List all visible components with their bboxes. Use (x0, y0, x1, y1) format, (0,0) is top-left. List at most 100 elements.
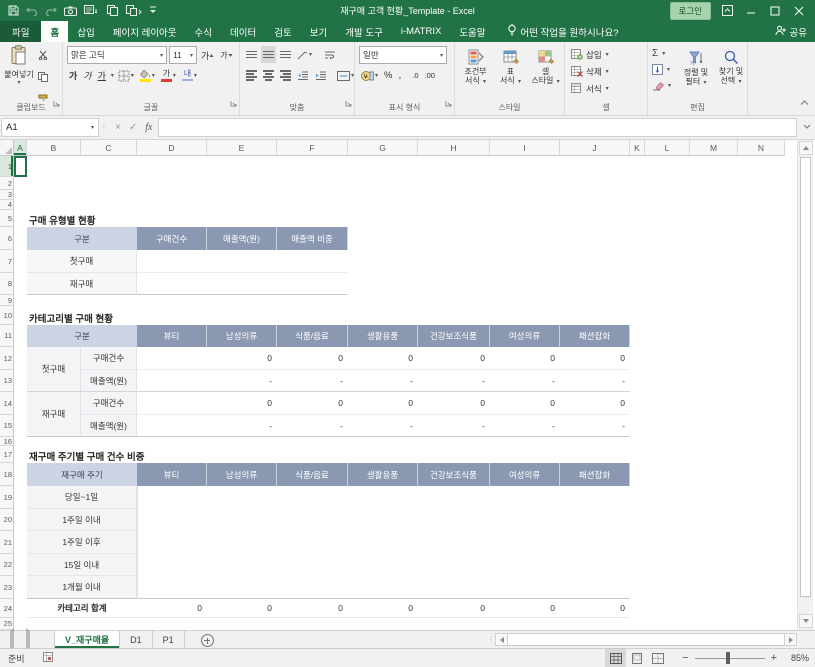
table2-header-cell[interactable]: 구분 (27, 325, 137, 347)
copy-icon[interactable] (107, 5, 119, 16)
column-header-M[interactable]: M (690, 140, 738, 155)
number-format-select[interactable]: 일반▾ (359, 46, 447, 64)
table2-cell[interactable]: - (560, 415, 630, 437)
font-size-select[interactable]: 11▾ (169, 46, 197, 64)
name-box[interactable]: A1▾ (1, 118, 99, 137)
column-header-B[interactable]: B (27, 140, 81, 155)
conditional-formatting-button[interactable]: 조건부서식 ▾ (458, 44, 493, 102)
table1-cell[interactable] (207, 273, 277, 295)
active-cell-a1[interactable] (14, 156, 27, 177)
table2-cell[interactable] (137, 347, 207, 370)
zoom-in-icon[interactable]: + (771, 652, 777, 664)
scroll-down-icon[interactable] (799, 614, 813, 628)
table3-row-label[interactable]: 1주일 이내 (27, 509, 137, 531)
table2-cell[interactable]: 0 (207, 392, 277, 415)
zoom-out-icon[interactable]: − (682, 652, 688, 664)
fill-color-button[interactable]: ▾ (138, 67, 157, 84)
row-header-15[interactable]: 15 (0, 415, 13, 437)
fill-button[interactable]: ▾ (652, 62, 671, 77)
decrease-indent-icon[interactable] (295, 67, 311, 84)
row-header-5[interactable]: 5 (0, 210, 13, 227)
share-button[interactable]: 공유 (775, 21, 807, 42)
align-middle-icon[interactable] (261, 46, 276, 63)
table1-header-cell[interactable]: 매출액(원) (207, 227, 277, 250)
paste-button[interactable]: 붙여넣기 ▾ (4, 45, 34, 86)
table2-cell[interactable]: 0 (207, 347, 277, 370)
table2-header-cell[interactable]: 남성의류 (207, 325, 277, 347)
percent-style-button[interactable]: % (382, 67, 394, 84)
table2-header-cell[interactable]: 건강보조식품 (418, 325, 490, 347)
row-header-7[interactable]: 7 (0, 250, 13, 273)
table3-header-cell[interactable]: 생활용품 (348, 463, 418, 486)
table2-cell[interactable]: - (490, 370, 560, 392)
table2-cell[interactable]: 0 (490, 392, 560, 415)
comma-style-button[interactable]: , (396, 67, 403, 84)
print-preview-icon[interactable] (84, 5, 100, 16)
camera-icon[interactable] (64, 6, 77, 16)
decrease-decimal-button[interactable]: .00 (423, 67, 437, 84)
table3-header-cell[interactable]: 식품/음료 (277, 463, 348, 486)
tab-scroll-splitter[interactable]: ⋮ (487, 635, 495, 644)
table3-header-cell[interactable]: 남성의류 (207, 463, 277, 486)
table2-cell[interactable]: - (418, 370, 490, 392)
namebox-splitter[interactable]: ⋮ (99, 123, 109, 132)
table2-header-cell[interactable]: 패션잡화 (560, 325, 630, 347)
table2-header-cell[interactable]: 생활용품 (348, 325, 418, 347)
table3-header-cell[interactable]: 여성의류 (490, 463, 560, 486)
zoom-slider[interactable] (695, 652, 765, 664)
row-header-20[interactable]: 20 (0, 509, 13, 531)
cancel-entry-icon[interactable]: × (115, 122, 121, 133)
table2-cell[interactable]: 0 (418, 347, 490, 370)
horizontal-scroll-thumb[interactable] (508, 633, 784, 646)
row-header-18[interactable]: 18 (0, 463, 13, 486)
orientation-button[interactable]: ▾ (295, 46, 314, 63)
align-center-icon[interactable] (261, 67, 276, 84)
zoom-level[interactable]: 85% (783, 653, 809, 663)
customize-qat-icon[interactable] (149, 6, 157, 15)
close-button[interactable] (789, 2, 809, 19)
row-header-10[interactable]: 10 (0, 306, 13, 325)
table3-total-cell[interactable]: 0 (207, 599, 277, 618)
column-header-A[interactable]: A (14, 140, 27, 155)
ribbon-tab-6[interactable]: 검토 (265, 21, 300, 42)
table1-cell[interactable] (207, 250, 277, 273)
vertical-scroll-thumb[interactable] (800, 157, 811, 597)
vertical-scrollbar[interactable] (797, 140, 813, 630)
ribbon-tab-8[interactable]: 개발 도구 (336, 21, 392, 42)
page-break-view-button[interactable] (647, 649, 668, 667)
ribbon-tab-4[interactable]: 수식 (186, 21, 221, 42)
ribbon-tab-10[interactable]: 도움말 (450, 21, 494, 42)
table3-header-cell[interactable]: 패션잡화 (560, 463, 630, 486)
table3-header-cell[interactable]: 건강보조식품 (418, 463, 490, 486)
table2-cell[interactable]: - (277, 415, 348, 437)
merge-center-button[interactable]: ▾ (335, 67, 356, 84)
table2-cell[interactable]: - (348, 415, 418, 437)
row-header-24[interactable]: 24 (0, 599, 13, 618)
column-header-F[interactable]: F (277, 140, 348, 155)
table2-sub-label[interactable]: 매출액(원) (81, 415, 137, 437)
table1-title[interactable]: 구매 유형별 현황 (29, 210, 95, 227)
table2-cell[interactable]: - (560, 370, 630, 392)
table3-total-cell[interactable]: 0 (137, 599, 207, 618)
table2-cell[interactable]: 0 (560, 347, 630, 370)
scroll-left-icon[interactable] (495, 633, 508, 646)
increase-indent-icon[interactable] (313, 67, 329, 84)
table1-row-label[interactable]: 재구매 (27, 273, 137, 295)
table2-cell[interactable]: 0 (490, 347, 560, 370)
table3-row-label[interactable]: 1개월 이내 (27, 576, 137, 599)
scroll-up-icon[interactable] (799, 141, 813, 155)
table3-total-cell[interactable]: 0 (490, 599, 560, 618)
ribbon-tab-1[interactable]: 홈 (41, 21, 68, 42)
table2-cell[interactable]: - (207, 415, 277, 437)
maximize-button[interactable] (765, 2, 785, 19)
row-header-6[interactable]: 6 (0, 227, 13, 250)
table2-cell[interactable]: - (207, 370, 277, 392)
enter-entry-icon[interactable]: ✓ (129, 122, 137, 133)
undo-icon[interactable] (26, 6, 38, 16)
ribbon-tab-9[interactable]: i-MATRIX (392, 21, 450, 42)
column-header-G[interactable]: G (348, 140, 418, 155)
next-sheet-icon[interactable] (26, 631, 30, 649)
row-header-21[interactable]: 21 (0, 531, 13, 554)
table2-header-cell[interactable]: 여성의류 (490, 325, 560, 347)
column-header-N[interactable]: N (738, 140, 785, 155)
